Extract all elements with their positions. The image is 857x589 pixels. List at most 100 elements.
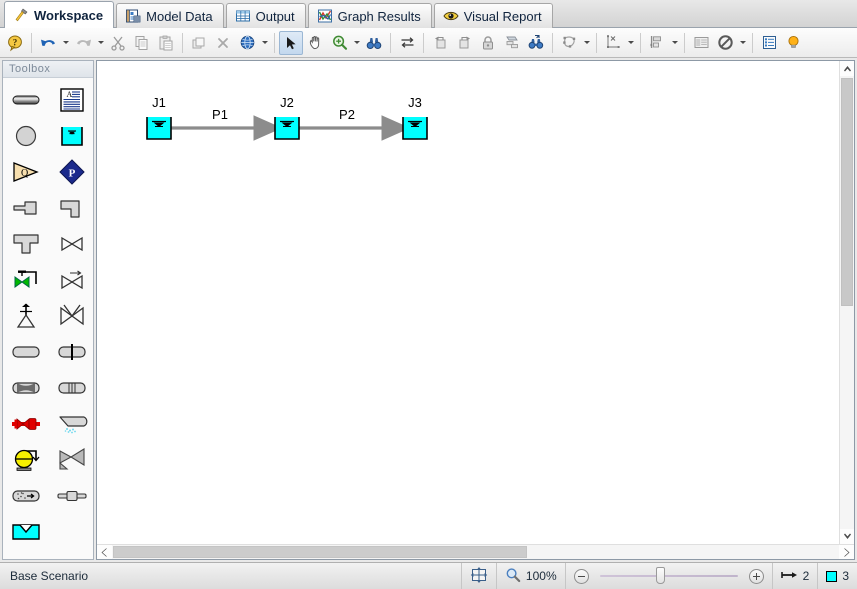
venturi-tool[interactable]	[5, 371, 47, 405]
notes-button[interactable]	[757, 31, 781, 55]
pump-tool[interactable]	[5, 443, 47, 477]
annotation-tool[interactable]: A	[51, 83, 93, 117]
reducer-icon	[56, 487, 88, 505]
zoom-tool-dropdown-arrow[interactable]	[351, 31, 362, 55]
zoom-out-button[interactable]	[573, 568, 589, 584]
check-valve-tool[interactable]	[51, 263, 93, 297]
duplicate-button[interactable]	[187, 31, 211, 55]
toolbar-separator	[552, 32, 553, 53]
tab-output[interactable]: Output	[225, 3, 306, 28]
static-element-tool[interactable]	[5, 479, 47, 513]
junction-j2[interactable]	[274, 117, 300, 140]
magnifier-plus-icon	[331, 34, 348, 51]
assigned-pressure-tool[interactable]: P	[51, 155, 93, 189]
select-tool-button[interactable]	[279, 30, 303, 55]
vertical-scroll-track[interactable]	[840, 76, 854, 529]
horizontal-scroll-track[interactable]	[112, 545, 839, 559]
zoom-tool-button[interactable]	[327, 31, 351, 55]
filter-element-icon	[10, 487, 42, 505]
circle-junction-icon	[14, 124, 38, 148]
assigned-flow-tool[interactable]: Q	[5, 155, 47, 189]
tab-graph-results-label: Graph Results	[337, 8, 421, 24]
bring-forward-button[interactable]	[452, 31, 476, 55]
vertical-scroll-thumb[interactable]	[841, 78, 853, 306]
find-button[interactable]	[362, 31, 386, 55]
canvas-horizontal-scrollbar[interactable]	[97, 544, 854, 559]
tab-model-data[interactable]: Model Data	[116, 3, 224, 28]
shape-tools-dropdown-arrow[interactable]	[581, 31, 592, 55]
reservoir-tool[interactable]	[5, 515, 47, 549]
annotation-dropdown-arrow[interactable]	[625, 31, 636, 55]
zoom-level-display[interactable]: 100%	[497, 563, 566, 589]
shape-tools-button[interactable]	[557, 31, 581, 55]
zoom-level-value: 100%	[525, 569, 557, 583]
flip-direction-button[interactable]	[395, 31, 419, 55]
pipe-tool[interactable]	[5, 83, 47, 117]
three-way-valve-tool[interactable]	[51, 299, 93, 333]
tank-junction-tool[interactable]	[51, 119, 93, 153]
tee-wye-tool[interactable]	[5, 227, 47, 261]
orifice-tool[interactable]	[51, 335, 93, 369]
scroll-right-arrow-icon[interactable]	[839, 545, 854, 559]
help-button[interactable]: ?	[3, 31, 27, 55]
tab-workspace[interactable]: Workspace	[4, 1, 115, 28]
p-diamond-icon: P	[58, 158, 86, 186]
tab-graph-results[interactable]: Graph Results	[307, 3, 432, 28]
spray-discharge-tool[interactable]	[51, 407, 93, 441]
redo-dropdown-arrow[interactable]	[95, 31, 106, 55]
scroll-up-arrow-icon[interactable]	[840, 61, 854, 76]
cut-button[interactable]	[106, 31, 130, 55]
disable-button[interactable]	[713, 31, 737, 55]
undo-dropdown-arrow[interactable]	[60, 31, 71, 55]
align-button[interactable]	[645, 31, 669, 55]
horizontal-scroll-thumb[interactable]	[113, 546, 527, 558]
scroll-down-arrow-icon[interactable]	[840, 529, 854, 544]
group-button[interactable]	[500, 31, 524, 55]
workspace-canvas[interactable]: J1 J2 J3 P1 P2	[97, 61, 839, 544]
copy-button[interactable]	[130, 31, 154, 55]
scroll-left-arrow-icon[interactable]	[97, 545, 112, 559]
svg-text:A: A	[67, 90, 73, 99]
control-valve-tool[interactable]	[5, 263, 47, 297]
send-backward-button[interactable]	[428, 31, 452, 55]
heat-exchanger-tool[interactable]	[5, 407, 47, 441]
paste-button[interactable]	[154, 31, 178, 55]
workspace-layers-button[interactable]	[689, 31, 713, 55]
zoom-slider[interactable]	[594, 563, 744, 589]
find-next-button[interactable]	[524, 31, 548, 55]
zoom-slider-thumb[interactable]	[655, 567, 665, 584]
area-change-tool[interactable]	[51, 443, 93, 477]
hint-button[interactable]	[781, 31, 805, 55]
junction-j3[interactable]	[402, 117, 428, 140]
dead-end-tool[interactable]	[5, 191, 47, 225]
canvas-vertical-scrollbar[interactable]	[839, 61, 854, 544]
junction-j1[interactable]	[146, 117, 172, 140]
branch-junction-tool[interactable]	[5, 119, 47, 153]
redo-button[interactable]	[71, 31, 95, 55]
relief-valve-tool[interactable]	[5, 299, 47, 333]
align-dropdown-arrow[interactable]	[669, 31, 680, 55]
lock-button[interactable]	[476, 31, 500, 55]
undo-button[interactable]	[36, 31, 60, 55]
zoom-in-button[interactable]	[748, 568, 764, 584]
reducer-tool[interactable]	[51, 479, 93, 513]
pan-tool-button[interactable]	[303, 31, 327, 55]
annotation-button[interactable]	[601, 31, 625, 55]
fit-to-window-button[interactable]	[462, 563, 497, 589]
bend-tool[interactable]	[51, 191, 93, 225]
general-component-tool[interactable]	[5, 335, 47, 369]
disable-dropdown-arrow[interactable]	[737, 31, 748, 55]
global-settings-button[interactable]	[235, 31, 259, 55]
toolbox-items: A Q P	[3, 78, 93, 559]
delete-button[interactable]	[211, 31, 235, 55]
bring-forward-icon	[456, 34, 473, 51]
tab-visual-report[interactable]: Visual Report	[433, 3, 553, 28]
yellow-pump-icon	[11, 446, 41, 474]
orifice-plate-icon	[56, 342, 88, 362]
junction-count-value: 3	[842, 569, 849, 583]
elbow-bend-icon	[59, 196, 85, 220]
valve-tool[interactable]	[51, 227, 93, 261]
global-settings-dropdown-arrow[interactable]	[259, 31, 270, 55]
screen-mesh-icon	[56, 379, 88, 397]
screen-tool[interactable]	[51, 371, 93, 405]
